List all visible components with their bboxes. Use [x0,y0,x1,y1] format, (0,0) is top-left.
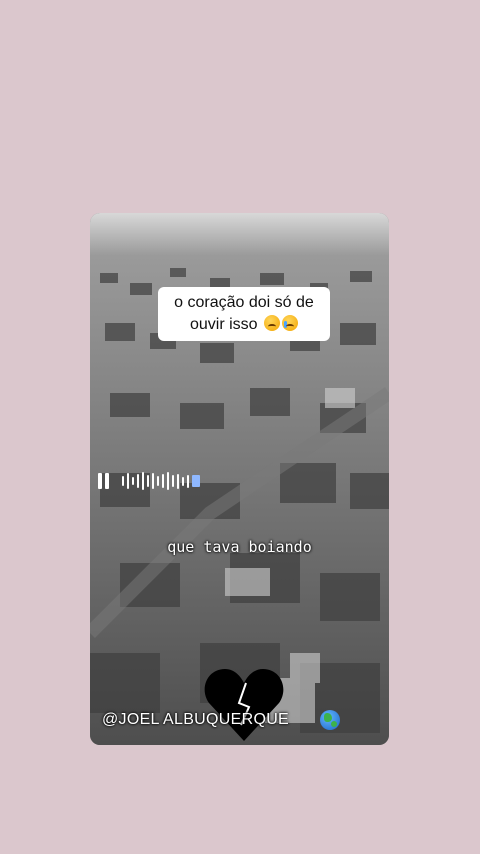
broken-heart-icon [204,669,284,741]
pause-icon[interactable] [98,473,109,489]
globe-icon [320,710,340,730]
caption-line-2-text: ouvir isso [189,316,258,333]
caption-line-1: o coração doi só de [174,294,314,311]
video-subtitle: que tava boiando [167,538,312,556]
watermark-username: @JOEL ALBUQUERQUE [102,711,290,728]
caption-bubble: o coração doi só de ouvir isso [158,287,330,341]
weary-face-icon [264,315,281,331]
story-card[interactable]: o coração doi só de ouvir isso que tava … [90,213,389,745]
audio-waveform[interactable] [98,470,228,492]
caption-line-2: ouvir isso [166,314,322,336]
crying-face-icon [282,315,299,331]
